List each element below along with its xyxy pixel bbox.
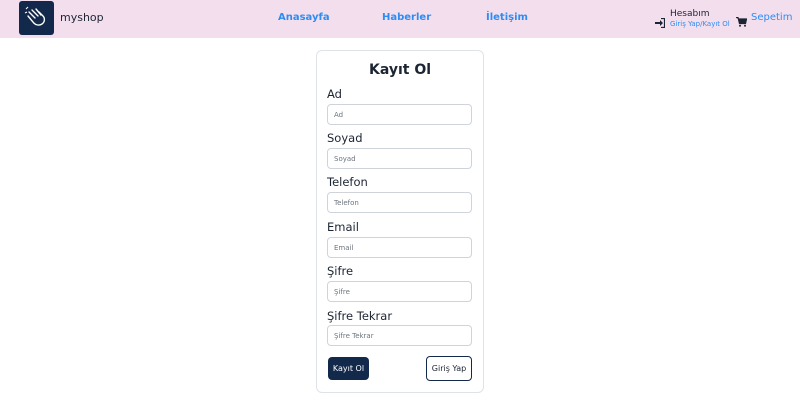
form-title: Kayıt Ol — [368, 62, 432, 78]
brand-name[interactable]: myshop — [60, 11, 104, 24]
navbar: myshop Anasayfa Haberler İletişim Hesabı… — [0, 0, 800, 38]
account-title[interactable]: Hesabım — [670, 9, 710, 19]
email-label: Email — [327, 220, 359, 234]
last-name-field[interactable] — [327, 148, 472, 169]
first-name-field[interactable] — [327, 104, 472, 125]
nav-link-haberler[interactable]: Haberler — [382, 12, 431, 23]
password-repeat-label: Şifre Tekrar — [327, 309, 393, 323]
cart-icon[interactable] — [736, 12, 748, 31]
nav-link-iletisim[interactable]: İletişim — [486, 12, 528, 23]
hand-logo-icon[interactable] — [19, 1, 54, 35]
first-name-label: Ad — [327, 87, 342, 101]
sign-in-icon[interactable] — [655, 13, 666, 32]
account-login-link[interactable]: Giriş Yap/Kayıt Ol — [670, 20, 730, 28]
phone-label: Telefon — [327, 175, 368, 189]
password-field[interactable] — [327, 281, 472, 302]
password-label: Şifre — [327, 264, 354, 278]
cart-link[interactable]: Sepetim — [751, 12, 792, 23]
login-button[interactable]: Giriş Yap — [426, 356, 472, 381]
email-field[interactable] — [327, 237, 472, 258]
password-repeat-field[interactable] — [327, 325, 472, 346]
phone-field[interactable] — [327, 192, 472, 213]
last-name-label: Soyad — [327, 131, 363, 145]
register-button[interactable]: Kayıt Ol — [328, 357, 369, 380]
nav-link-anasayfa[interactable]: Anasayfa — [278, 12, 330, 23]
